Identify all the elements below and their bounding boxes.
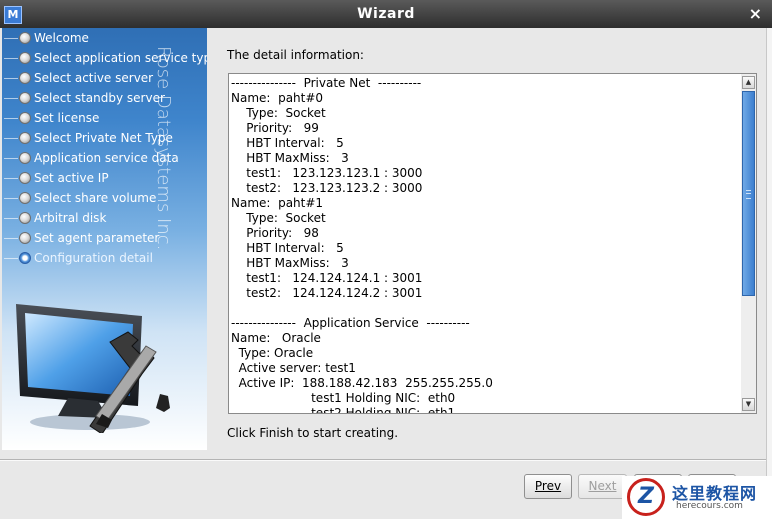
- site-logo-icon: Z: [627, 478, 665, 516]
- site-url: herecours.com: [676, 501, 743, 511]
- step-bullet-icon: [19, 92, 31, 104]
- step-bullet-icon: [19, 232, 31, 244]
- step-item: Application service data: [2, 148, 207, 168]
- detail-scrollbar[interactable]: ▲ ▼: [741, 73, 757, 414]
- footer-divider: [0, 459, 766, 461]
- step-label: Arbitral disk: [34, 211, 107, 225]
- step-bullet-icon: [19, 112, 31, 124]
- step-item: Set agent parameter: [2, 228, 207, 248]
- step-label: Set agent parameter: [34, 231, 160, 245]
- step-label: Application service data: [34, 151, 179, 165]
- step-item: Select standby server: [2, 88, 207, 108]
- tree-branch: [4, 218, 18, 219]
- tree-branch: [4, 238, 18, 239]
- site-watermark-badge: Z 这里教程网 herecours.com: [622, 476, 772, 519]
- step-label: Set license: [34, 111, 100, 125]
- close-icon[interactable]: ×: [749, 4, 762, 23]
- step-item: Set license: [2, 108, 207, 128]
- scroll-thumb[interactable]: [742, 91, 755, 296]
- step-item: Configuration detail: [2, 248, 207, 268]
- step-label: Select application service type: [34, 51, 207, 65]
- step-bullet-icon: [19, 52, 31, 64]
- next-button[interactable]: Next: [578, 474, 627, 499]
- wizard-content: The detail information: --------------- …: [207, 28, 766, 450]
- scroll-up-icon[interactable]: ▲: [742, 76, 755, 89]
- step-item: Select Private Net Type: [2, 128, 207, 148]
- step-bullet-icon: [19, 212, 31, 224]
- step-item: Select application service type: [2, 48, 207, 68]
- site-logo-letter: Z: [638, 484, 654, 509]
- step-list: Welcome Select application service type Se…: [2, 28, 207, 268]
- step-bullet-icon: [19, 172, 31, 184]
- tree-branch: [4, 118, 18, 119]
- tree-branch: [4, 58, 18, 59]
- tree-branch: [4, 178, 18, 179]
- step-label: Select active server: [34, 71, 154, 85]
- tree-branch: [4, 138, 18, 139]
- title-bar[interactable]: M Wizard ×: [0, 0, 772, 28]
- step-label: Select Private Net Type: [34, 131, 173, 145]
- tree-branch: [4, 258, 18, 259]
- step-label: Set active IP: [34, 171, 109, 185]
- window-title: Wizard: [357, 6, 415, 22]
- step-bullet-icon: [19, 72, 31, 84]
- step-item: Welcome: [2, 28, 207, 48]
- step-item: Select active server: [2, 68, 207, 88]
- detail-heading: The detail information:: [227, 48, 364, 62]
- step-bullet-icon: [19, 152, 31, 164]
- step-item: Set active IP: [2, 168, 207, 188]
- step-label: Select share volume: [34, 191, 157, 205]
- tree-branch: [4, 78, 18, 79]
- step-bullet-icon: [19, 32, 31, 44]
- scroll-down-icon[interactable]: ▼: [742, 398, 755, 411]
- window-edge: [766, 28, 772, 519]
- step-label: Configuration detail: [34, 251, 153, 265]
- step-bullet-icon: [19, 192, 31, 204]
- prev-button[interactable]: Prev: [524, 474, 572, 499]
- step-label: Select standby server: [34, 91, 165, 105]
- detail-text: --------------- Private Net ---------- N…: [231, 76, 493, 414]
- tree-branch: [4, 158, 18, 159]
- current-step-bullet-icon: [19, 252, 31, 264]
- step-item: Select share volume: [2, 188, 207, 208]
- tree-branch: [4, 198, 18, 199]
- prev-button-label: Prev: [534, 479, 562, 493]
- step-item: Arbitral disk: [2, 208, 207, 228]
- next-button-label: Next: [588, 479, 617, 493]
- footer-instruction: Click Finish to start creating.: [227, 426, 399, 440]
- tree-branch: [4, 38, 18, 39]
- monitor-tools-icon: [16, 304, 170, 433]
- wizard-sidebar: Rose Datasystems Inc. Welcome Select appl…: [2, 28, 207, 450]
- step-label: Welcome: [34, 31, 89, 45]
- detail-text-area[interactable]: --------------- Private Net ---------- N…: [228, 73, 743, 414]
- grip-icon: [746, 190, 751, 199]
- step-bullet-icon: [19, 132, 31, 144]
- tree-branch: [4, 98, 18, 99]
